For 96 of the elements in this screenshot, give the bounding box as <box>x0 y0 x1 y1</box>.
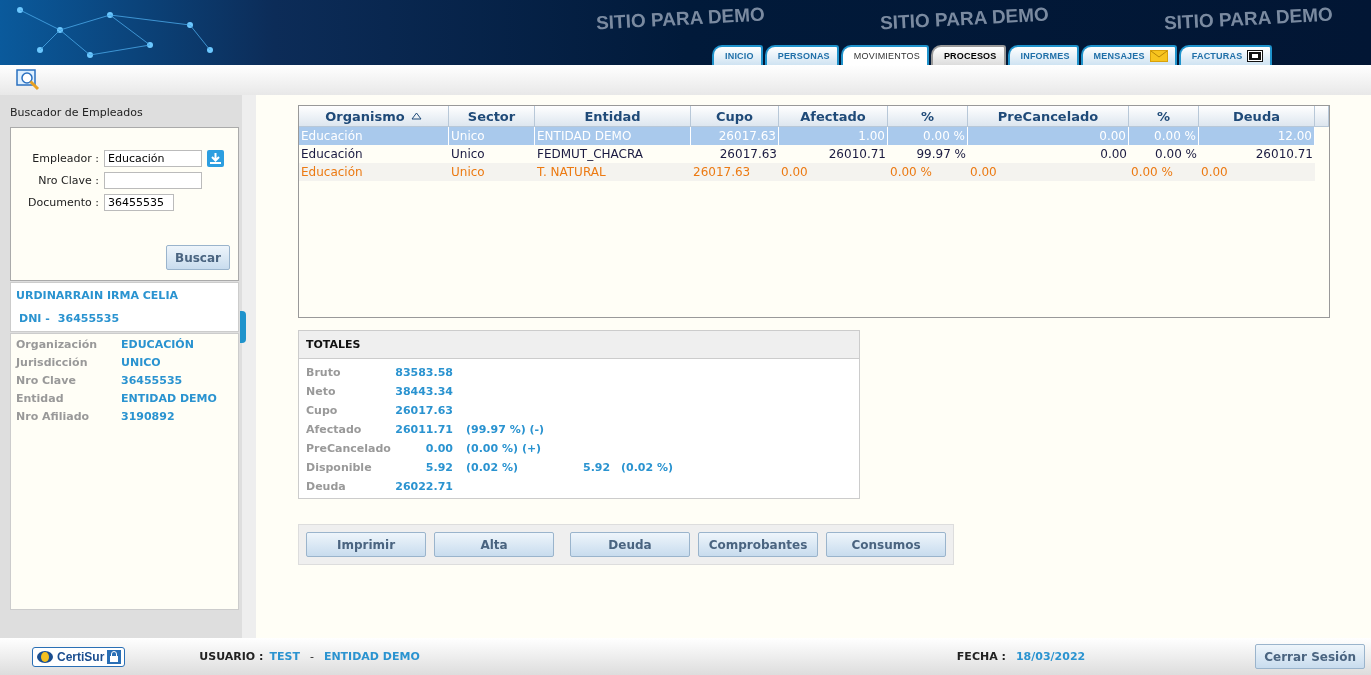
dni-label: DNI - <box>19 312 50 325</box>
table-cell[interactable]: T. NATURAL <box>535 163 691 181</box>
totals-value: (0.02 %) <box>465 461 520 474</box>
input-field[interactable]: 36455535 <box>104 194 174 211</box>
table-cell[interactable]: 26017.63 <box>691 163 779 181</box>
totals-value: 5.92 <box>424 461 453 474</box>
banner-title: SITIO PARA DEMO <box>879 3 1050 35</box>
totals-value: 26022.71 <box>394 480 453 493</box>
table-cell[interactable]: 0.00 % <box>1129 163 1199 181</box>
employee-name: URDINARRAIN IRMA CELIA <box>16 289 179 302</box>
logout-button[interactable]: Cerrar Sesión <box>1255 644 1365 669</box>
table-cell[interactable]: FEDMUT_CHACRA <box>535 145 691 163</box>
search-button[interactable]: Buscar <box>166 245 230 270</box>
column-header[interactable]: % <box>888 106 968 127</box>
table-cell[interactable]: 0.00 % <box>1129 145 1199 163</box>
detail-value: ENTIDAD DEMO <box>121 392 218 405</box>
totals-label: Deuda <box>306 480 347 493</box>
user-separator: - <box>309 650 314 663</box>
detail-label: Entidad <box>16 392 65 405</box>
totals-title: TOTALES <box>299 331 859 359</box>
input-field[interactable]: Educación <box>104 150 202 167</box>
totals-label: Bruto <box>306 366 342 379</box>
entity-value: ENTIDAD DEMO <box>323 650 420 663</box>
totals-label: PreCancelado <box>306 442 391 455</box>
collapse-handle[interactable] <box>240 311 246 343</box>
table-cell[interactable]: 0.00 % <box>888 163 968 181</box>
action-button[interactable]: Imprimir <box>306 532 426 557</box>
certisur-logo: CertiSur <box>32 646 126 667</box>
date-label: FECHA : <box>956 650 1006 663</box>
totals-label: Disponible <box>306 461 373 474</box>
totals-label: Neto <box>306 385 337 398</box>
totals-value: 83583.58 <box>394 366 453 379</box>
column-header[interactable]: PreCancelado <box>968 106 1129 127</box>
user-value: TEST <box>269 650 300 663</box>
table-cell[interactable]: 0.00 <box>968 145 1129 163</box>
table-cell[interactable]: 26010.71 <box>779 145 888 163</box>
date-value: 18/03/2022 <box>1015 650 1086 663</box>
detail-label: Nro Clave <box>16 374 77 387</box>
detail-label: Jurisdicción <box>16 356 89 369</box>
envelope-icon <box>1149 50 1168 62</box>
table-cell[interactable]: 26017.63 <box>691 145 779 163</box>
action-button[interactable]: Comprobantes <box>698 532 818 557</box>
table-cell[interactable]: Unico <box>449 145 535 163</box>
totals-label: Cupo <box>306 404 339 417</box>
table-cell[interactable]: Educación <box>299 145 449 163</box>
nav-tab[interactable]: INFORMES <box>1007 45 1079 65</box>
input-field[interactable] <box>104 172 202 189</box>
search-icon[interactable] <box>16 69 40 91</box>
table-cell[interactable]: 0.00 <box>1199 163 1315 181</box>
totals-value: (0.00 %) (+) <box>465 442 543 455</box>
column-header[interactable]: Deuda <box>1199 106 1315 127</box>
field-label: Documento : <box>27 196 99 209</box>
banner-title: SITIO PARA DEMO <box>1163 3 1334 35</box>
detail-value: UNICO <box>121 356 162 369</box>
field-label: Nro Clave : <box>37 174 99 187</box>
totals-value: 0.00 <box>424 442 453 455</box>
detail-value: 3190892 <box>121 410 176 423</box>
dni-value: 36455535 <box>57 312 120 325</box>
action-button[interactable]: Deuda <box>570 532 690 557</box>
totals-value: (99.97 %) (-) <box>465 423 546 436</box>
table-cell[interactable]: Educación <box>299 163 449 181</box>
column-header[interactable]: Cupo <box>691 106 779 127</box>
totals-value: 38443.34 <box>394 385 453 398</box>
table-cell[interactable]: Unico <box>449 163 535 181</box>
nav-tab[interactable]: FACTURAS <box>1178 45 1273 65</box>
table-cell[interactable]: 99.97 % <box>888 145 968 163</box>
totals-label: Afectado <box>306 423 363 436</box>
nav-tab[interactable]: PERSONAS <box>764 45 839 65</box>
action-button[interactable]: Alta <box>434 532 554 557</box>
nav-tab[interactable]: MOVIMIENTOS <box>840 45 929 65</box>
field-label: Empleador : <box>31 152 99 165</box>
user-label: USUARIO : <box>199 650 264 663</box>
column-header[interactable]: Entidad <box>535 106 691 127</box>
bill-icon <box>1247 50 1264 62</box>
detail-label: Nro Afiliado <box>16 410 91 423</box>
nav-tab[interactable]: MENSAJES <box>1080 45 1177 65</box>
panel-title: Buscador de Empleados <box>10 106 144 119</box>
column-header[interactable]: Sector <box>449 106 535 127</box>
action-button[interactable]: Consumos <box>826 532 946 557</box>
totals-value: 26017.63 <box>394 404 453 417</box>
detail-label: Organización <box>16 338 99 351</box>
detail-value: 36455535 <box>121 374 184 387</box>
column-header[interactable]: Organismo <box>299 106 449 127</box>
nav-tab[interactable]: PROCESOS <box>930 45 1006 65</box>
banner-title: SITIO PARA DEMO <box>595 3 766 35</box>
table-cell[interactable]: 0.00 <box>968 163 1129 181</box>
nav-tab[interactable]: INICIO <box>712 45 763 65</box>
column-header[interactable]: % <box>1129 106 1199 127</box>
table-cell[interactable]: 26010.71 <box>1199 145 1315 163</box>
totals-value: 26011.71 <box>394 423 453 436</box>
totals-value: 5.92 <box>583 461 608 474</box>
table-cell[interactable]: 0.00 <box>779 163 888 181</box>
totals-value: (0.02 %) <box>620 461 675 474</box>
detail-value: EDUCACIÓN <box>121 338 195 351</box>
column-header[interactable]: Afectado <box>779 106 888 127</box>
download-icon[interactable] <box>207 150 224 167</box>
